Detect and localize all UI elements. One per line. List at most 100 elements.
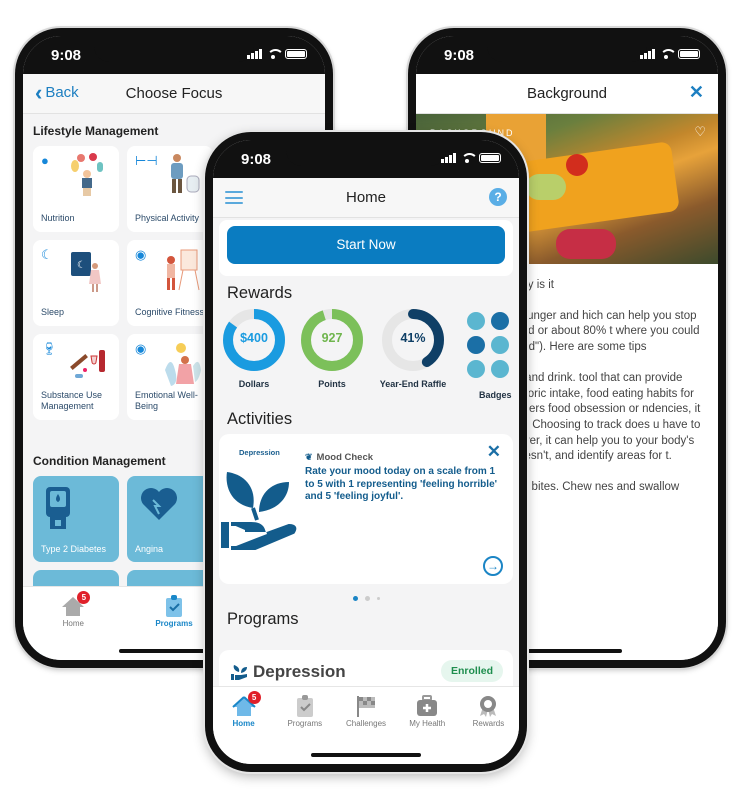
reward-value: $400 [240,331,268,345]
badges-label: Badges [479,390,512,400]
tab-home[interactable]: 5 Home [23,587,124,660]
plant-in-hand-icon [221,472,297,550]
badge-icon [467,336,485,354]
plant-in-hand-icon [231,665,247,680]
notification-badge: 5 [247,691,261,704]
tab-label: My Health [409,719,446,728]
focus-card-physical-activity[interactable]: ⊢⊣ Physical Activity [127,146,213,232]
clipboard-check-icon [162,595,186,617]
status-time: 9:08 [444,47,475,64]
nav-bar: Home ? [213,178,519,218]
page-title: Home [345,189,386,206]
reward-value: 41% [400,331,426,345]
condition-card-label: Angina [135,544,164,554]
glucose-meter-icon [46,487,70,529]
battery-icon [285,49,307,59]
nav-bar: Background ✕ [416,74,718,114]
condition-card-label: Type 2 Diabetes [41,544,107,554]
cognitive-fitness-illustration [167,249,200,291]
carousel-dot[interactable] [364,596,370,601]
carousel-dots [213,596,519,601]
focus-card-emotional-well-being[interactable]: ◉ Emotional Well-Being [127,334,213,420]
home-indicator [311,753,421,757]
activity-category: Depression [239,448,280,457]
activity-card[interactable]: Depression ❦ Mood Check Rate your mood t… [219,434,513,584]
reward-points[interactable]: 927 Points [295,308,369,389]
programs-title: Programs [227,610,299,628]
dismiss-activity-button[interactable]: ✕ [487,442,501,462]
sleep-illustration: ☾ [71,252,101,292]
status-bar: 9:08 [213,140,519,178]
signal-icon [441,153,456,163]
focus-card-substance-use[interactable]: 🍷︎ Substance Use Management [33,334,119,420]
checkered-flag-icon [354,695,378,717]
svg-text:☾: ☾ [77,260,86,271]
condition-card-angina[interactable]: Angina [127,476,213,562]
nav-bar: ‹ Back Choose Focus [23,74,325,114]
reward-value: 927 [321,331,343,345]
notch [286,140,446,166]
tab-home[interactable]: 5 Home [213,687,274,764]
brain-icon: ◉ [135,341,147,356]
focus-card-nutrition[interactable]: ● Nutrition [33,146,119,232]
focus-card-label: Sleep [41,307,65,317]
badge-icon [467,360,485,378]
condition-card-type-2-diabetes[interactable]: Type 2 Diabetes [33,476,119,562]
heart-icon[interactable]: ♡ [694,124,706,140]
status-icons [441,153,501,163]
reward-label: Year-End Raffle [379,379,447,389]
notification-badge: 5 [77,591,91,604]
award-ribbon-icon [476,695,500,717]
reward-dollars[interactable]: $400 Dollars [217,308,291,389]
battery-icon [678,49,700,59]
activities-title: Activities [227,410,293,428]
focus-card-sleep[interactable]: ☾ ☾ Sleep [33,240,119,326]
help-icon[interactable]: ? [489,188,507,206]
mood-check-icon: ❦ [305,452,313,462]
signal-icon [247,49,262,59]
page-title: Background [526,85,608,102]
focus-card-label: Nutrition [41,213,75,223]
badge-icon [491,360,509,378]
glass-icon: 🍷︎ [41,341,58,356]
tab-label: Home [232,719,255,728]
arrow-right-circle-icon[interactable]: → [483,556,503,576]
badge-icon [467,312,485,330]
emotional-well-being-illustration [165,343,201,386]
physical-activity-illustration [171,154,200,193]
status-badge: Enrolled [440,660,503,682]
signal-icon [640,49,655,59]
carousel-dot[interactable] [352,596,358,601]
activity-title: ❦ Mood Check [305,452,373,463]
start-now-button[interactable]: Start Now [227,226,505,264]
badges-grid[interactable] [467,312,509,378]
rewards-title: Rewards [227,284,293,302]
wifi-icon [267,49,284,59]
tab-label: Home [62,619,84,628]
badge-icon [491,312,509,330]
focus-card-cognitive-fitness[interactable]: ◉ Cognitive Fitness [127,240,213,326]
moon-icon: ☾ [41,247,53,262]
tab-label: Rewards [472,719,505,728]
page-title: Choose Focus [125,85,223,102]
lifestyle-section-title: Lifestyle Management [33,124,159,138]
tab-rewards[interactable]: Rewards [458,687,519,764]
lifestyle-grid: ● Nutrition ⊢⊣ Physical Activity ☾ ☾ Sle… [33,146,213,420]
reward-raffle[interactable]: 41% Year-End Raffle [373,308,453,389]
house-icon: 5 [61,591,91,617]
focus-card-label: Substance Use Management [41,390,103,411]
wifi-icon [660,49,677,59]
apple-icon: ● [41,153,49,168]
home-screen: 9:08 Home ? Start Now Rewards $400 Dolla… [213,140,519,764]
close-icon[interactable]: ✕ [689,82,704,103]
battery-icon [479,153,501,163]
focus-card-label: Cognitive Fitness [135,307,205,317]
dumbbell-icon: ⊢⊣ [135,153,158,168]
hero-tomato [566,154,588,176]
clipboard-check-icon [293,695,317,717]
status-bar: 9:08 [23,36,325,74]
focus-card-label: Physical Activity [135,213,200,223]
activity-title-text: Mood Check [316,452,374,463]
carousel-dot[interactable] [376,597,380,600]
notch [94,36,254,62]
